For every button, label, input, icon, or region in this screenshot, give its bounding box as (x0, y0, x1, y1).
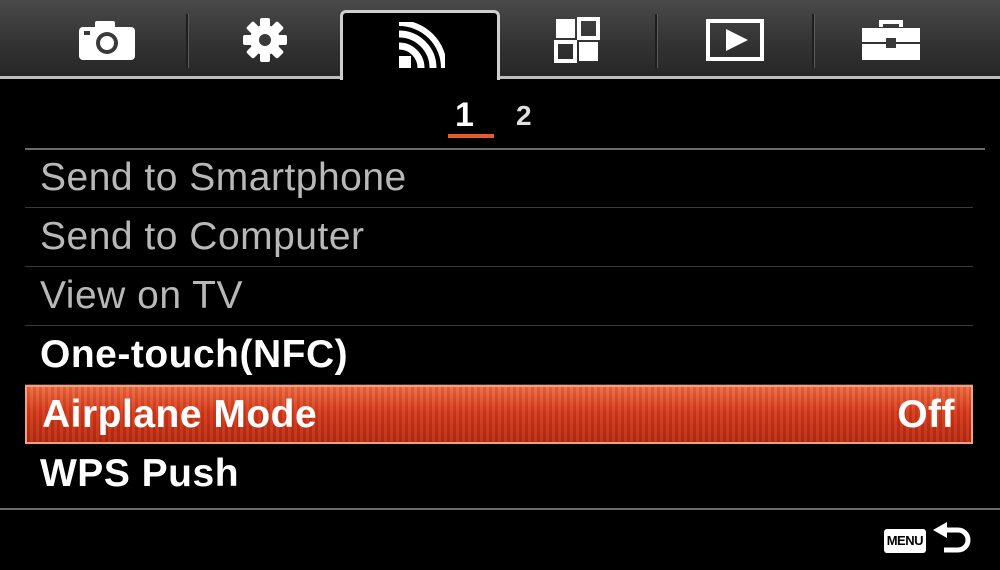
menu-item-label: WPS Push (40, 451, 240, 495)
playback-icon (706, 19, 764, 61)
gear-icon (241, 16, 289, 64)
tab-shooting[interactable] (32, 10, 182, 70)
menu-item-send-to-smartphone[interactable]: Send to Smartphone (25, 149, 973, 208)
application-grid-icon (554, 17, 600, 63)
menu-item-value: Off (897, 392, 955, 436)
camera-icon (78, 19, 136, 61)
wireless-icon (395, 21, 445, 72)
page-number-current[interactable]: 1 (455, 96, 474, 135)
tab-playback[interactable] (660, 10, 810, 70)
tab-divider (812, 14, 815, 68)
menu-item-airplane-mode[interactable]: Airplane Mode Off (25, 385, 973, 444)
current-page-underline (448, 134, 494, 138)
tab-wireless[interactable] (340, 10, 500, 80)
menu-list: Send to Smartphone Send to Computer View… (25, 149, 973, 503)
menu-item-label: Send to Smartphone (40, 156, 407, 199)
page-number-other[interactable]: 2 (516, 100, 532, 132)
return-arrow-icon (932, 522, 972, 560)
tab-application[interactable] (502, 10, 652, 70)
tab-custom-settings[interactable] (190, 10, 340, 70)
page-indicator: 1 2 (0, 96, 1000, 140)
menu-item-label: Airplane Mode (42, 392, 318, 436)
list-bottom-divider (0, 508, 1000, 510)
menu-item-label: View on TV (40, 274, 244, 317)
tab-bar-divider (0, 76, 1000, 79)
menu-button-badge: MENU (883, 529, 926, 553)
active-tab-gap (343, 76, 497, 79)
tab-setup[interactable] (816, 10, 966, 70)
menu-item-wps-push[interactable]: WPS Push (25, 444, 973, 503)
menu-back-hint[interactable]: MENU (883, 522, 972, 560)
tab-divider (655, 14, 658, 68)
toolbox-icon (861, 19, 921, 61)
menu-item-send-to-computer[interactable]: Send to Computer (25, 208, 973, 267)
tab-divider (186, 14, 189, 68)
menu-item-label: Send to Computer (40, 215, 365, 258)
menu-item-label: One-touch(NFC) (40, 333, 349, 376)
menu-item-one-touch-nfc[interactable]: One-touch(NFC) (25, 326, 973, 385)
menu-item-view-on-tv[interactable]: View on TV (25, 267, 973, 326)
